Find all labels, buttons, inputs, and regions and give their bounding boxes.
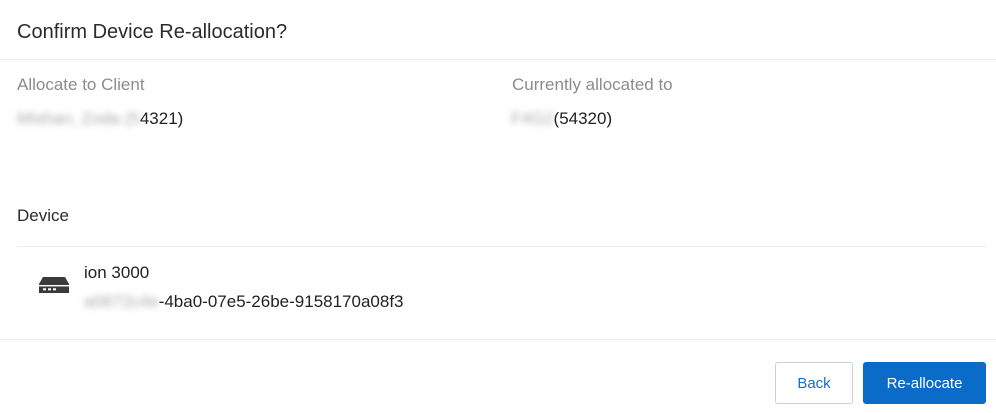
device-name: ion 3000: [84, 263, 150, 282]
reallocate-button[interactable]: Re-allocate: [863, 362, 986, 404]
redacted-current-client: F4G2: [511, 109, 554, 128]
dialog-title: Confirm Device Re-allocation?: [17, 21, 288, 43]
redacted-device-id: a0872c4e: [84, 292, 159, 311]
network-device-icon: [39, 277, 69, 293]
device-id-visible: -4ba0-07e5-26be-9158170a08f3: [158, 292, 404, 311]
allocate-to-client-id: 4321): [139, 109, 184, 128]
back-button[interactable]: Back: [775, 362, 853, 404]
dialog-header: Confirm Device Re-allocation?: [0, 0, 996, 60]
device-row: ion 3000 a0872c4e-4ba0-07e5-26be-9158170…: [17, 247, 986, 339]
allocate-to-value: Mishan, Zoda (5 4321): [17, 109, 183, 129]
allocate-to-label: Allocate to Client: [17, 75, 145, 94]
currently-allocated-value: F4G2 (54320): [511, 109, 612, 129]
device-id: a0872c4e-4ba0-07e5-26be-9158170a08f3: [84, 292, 404, 312]
device-section-title: Device: [17, 206, 69, 225]
confirm-reallocation-dialog: Confirm Device Re-allocation? Allocate t…: [0, 0, 996, 413]
current-client-id: (54320): [553, 109, 613, 128]
redacted-client-name: Mishan, Zoda (5: [17, 109, 140, 128]
currently-allocated-label: Currently allocated to: [512, 75, 673, 94]
footer-divider: [0, 339, 996, 340]
